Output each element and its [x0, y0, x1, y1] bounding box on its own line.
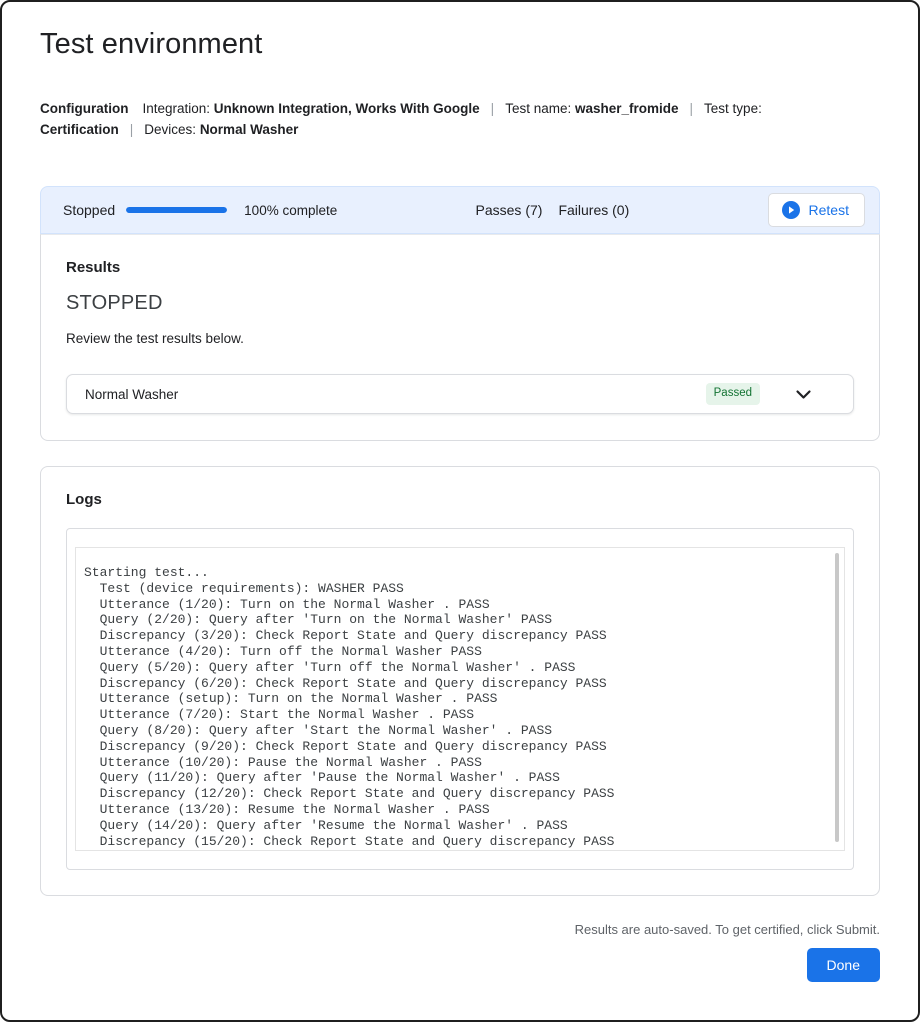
log-scroll-area[interactable]: Starting test... Test (device requiremen…: [75, 547, 845, 851]
page-title: Test environment: [40, 28, 880, 61]
scrollbar-thumb[interactable]: [835, 553, 839, 842]
progress-percent-label: 100% complete: [244, 203, 337, 218]
page-footer: Results are auto-saved. To get certified…: [40, 922, 880, 982]
test-state-label: Stopped: [63, 202, 115, 218]
logs-section: Logs Starting test... Test (device requi…: [40, 466, 880, 896]
test-name-label: Test name:: [505, 101, 571, 116]
log-panel: Starting test... Test (device requiremen…: [66, 528, 854, 870]
test-type-label: Test type:: [704, 101, 762, 116]
pass-fail-counts: Passes (7) Failures (0): [476, 202, 630, 218]
separator: |: [679, 101, 705, 116]
device-name: Normal Washer: [85, 387, 178, 402]
passed-badge: Passed: [706, 383, 760, 405]
log-output: Starting test... Test (device requiremen…: [84, 565, 820, 849]
separator: |: [119, 122, 145, 137]
test-environment-page: Test environment Configuration Integratio…: [0, 0, 920, 1022]
test-status-bar: Stopped 100% complete Passes (7) Failure…: [40, 186, 880, 234]
results-section: Results STOPPED Review the test results …: [40, 234, 880, 441]
integration-value: Unknown Integration, Works With Google: [214, 101, 480, 116]
done-button[interactable]: Done: [807, 948, 880, 982]
logs-heading: Logs: [66, 491, 854, 508]
devices-label: Devices:: [144, 122, 196, 137]
separator: |: [480, 101, 506, 116]
failures-count: Failures (0): [558, 202, 629, 218]
configuration-summary: Configuration Integration: Unknown Integr…: [40, 98, 848, 140]
progress-bar: [126, 207, 227, 213]
devices-value: Normal Washer: [200, 122, 299, 137]
integration-label: Integration:: [142, 101, 210, 116]
results-status-text: STOPPED: [66, 292, 854, 315]
play-icon: [782, 201, 800, 219]
autosave-note: Results are auto-saved. To get certified…: [575, 922, 880, 937]
retest-button-label: Retest: [809, 202, 849, 218]
retest-button[interactable]: Retest: [768, 193, 865, 227]
results-instruction: Review the test results below.: [66, 331, 854, 346]
test-name-value: washer_fromide: [575, 101, 679, 116]
results-heading: Results: [66, 259, 854, 276]
device-result-row[interactable]: Normal Washer Passed: [66, 374, 854, 414]
progress-bar-fill: [126, 207, 227, 213]
passes-count: Passes (7): [476, 202, 543, 218]
chevron-down-icon[interactable]: [794, 385, 813, 404]
configuration-heading: Configuration: [40, 101, 128, 116]
test-type-value: Certification: [40, 122, 119, 137]
